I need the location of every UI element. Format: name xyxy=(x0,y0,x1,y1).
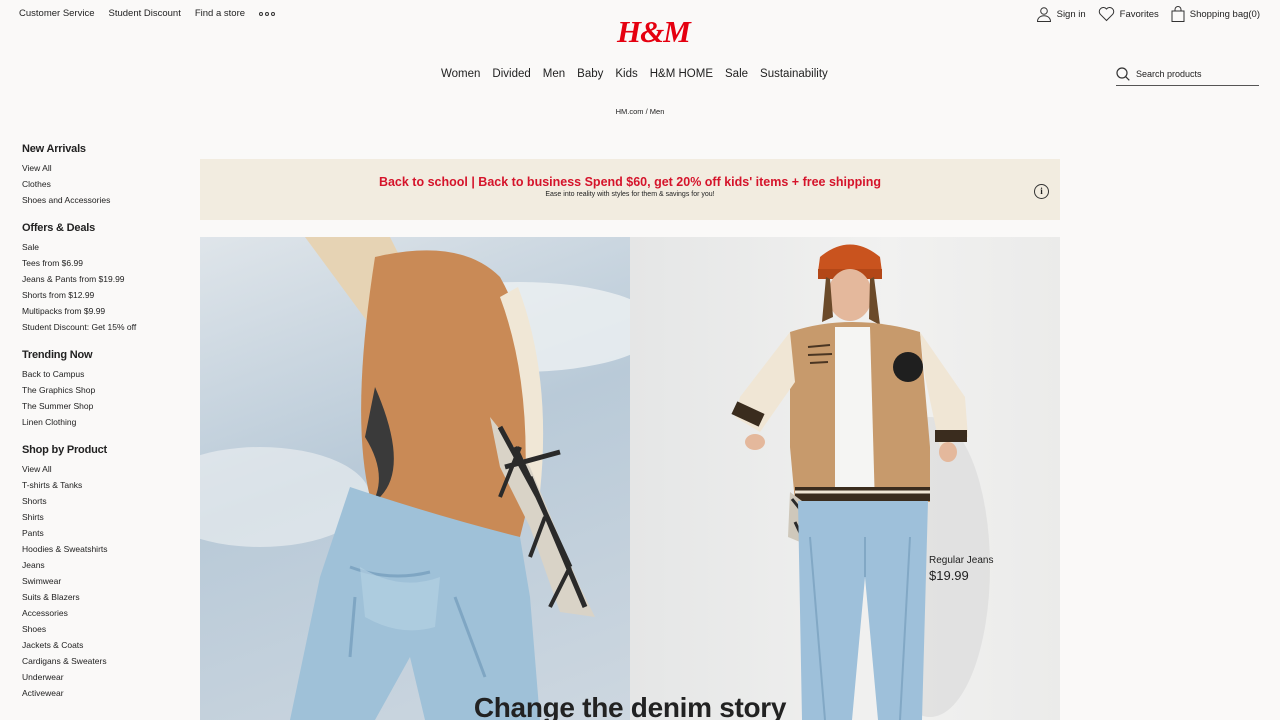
sidebar-item[interactable]: Shorts from $12.99 xyxy=(22,287,187,303)
shopping-bag-link[interactable]: Shopping bag(0) xyxy=(1171,6,1260,22)
user-icon xyxy=(1036,7,1051,22)
sidebar-item[interactable]: The Graphics Shop xyxy=(22,382,187,398)
nav-baby[interactable]: Baby xyxy=(577,68,603,80)
sidebar-item[interactable]: View All xyxy=(22,160,187,176)
shopping-bag-icon xyxy=(1171,6,1185,22)
shopping-bag-label: Shopping bag(0) xyxy=(1189,8,1260,20)
nav-men[interactable]: Men xyxy=(543,68,565,80)
sidebar-item[interactable]: Jeans & Pants from $19.99 xyxy=(22,271,187,287)
sidebar-heading[interactable]: New Arrivals xyxy=(22,143,187,155)
main-nav: Women Divided Men Baby Kids H&M HOME Sal… xyxy=(441,68,828,80)
sidebar-item[interactable]: Multipacks from $9.99 xyxy=(22,303,187,319)
customer-service-link[interactable]: Customer Service xyxy=(19,8,95,19)
hero-photo-left xyxy=(200,237,630,720)
promo-subtext: Ease into reality with styles for them &… xyxy=(545,191,715,198)
hero-photo-right xyxy=(731,244,990,720)
sidebar-item[interactable]: View All xyxy=(22,461,187,477)
sidebar-item[interactable]: Suits & Blazers xyxy=(22,589,187,605)
heart-icon xyxy=(1098,7,1114,22)
account-nav: Sign in Favorites Shopping bag(0) xyxy=(1036,6,1260,22)
sidebar-item[interactable]: Shoes and Accessories xyxy=(22,192,187,208)
sidebar-item[interactable]: Swimwear xyxy=(22,573,187,589)
nav-sustainability[interactable]: Sustainability xyxy=(760,68,828,80)
sidebar-item[interactable]: Shirts xyxy=(22,509,187,525)
breadcrumb[interactable]: HM.com / Men xyxy=(0,107,1280,116)
find-store-link[interactable]: Find a store xyxy=(195,8,245,19)
utility-nav: Customer Service Student Discount Find a… xyxy=(19,8,276,19)
sidebar-heading[interactable]: Offers & Deals xyxy=(22,222,187,234)
promo-banner[interactable]: Back to school | Back to business Spend … xyxy=(200,159,1060,220)
hero-image-left[interactable] xyxy=(200,237,630,720)
sidebar-item[interactable]: Jackets & Coats xyxy=(22,637,187,653)
hm-logo[interactable]: H&M xyxy=(617,14,691,50)
favorites-label: Favorites xyxy=(1119,8,1159,20)
student-discount-link[interactable]: Student Discount xyxy=(109,8,181,19)
sign-in-link[interactable]: Sign in xyxy=(1036,6,1086,22)
hero-title: Change the denim story xyxy=(473,692,787,720)
promo-headline: Back to school | Back to business Spend … xyxy=(378,175,882,189)
sidebar-item[interactable]: Hoodies & Sweatshirts xyxy=(22,541,187,557)
search-input[interactable] xyxy=(1136,69,1256,79)
sidebar-item[interactable]: The Summer Shop xyxy=(22,398,187,414)
nav-divided[interactable]: Divided xyxy=(492,68,530,80)
nav-sale[interactable]: Sale xyxy=(725,68,748,80)
sidebar-item[interactable]: Activewear xyxy=(22,685,187,701)
sidebar-item[interactable]: Pants xyxy=(22,525,187,541)
product-price-tag[interactable]: Regular Jeans $19.99 xyxy=(929,555,993,583)
sidebar-item[interactable]: Clothes xyxy=(22,176,187,192)
product-name: Regular Jeans xyxy=(929,555,994,566)
nav-women[interactable]: Women xyxy=(441,68,480,80)
sidebar-group-offers: Offers & Deals Sale Tees from $6.99 Jean… xyxy=(22,222,187,335)
sidebar-item[interactable]: Tees from $6.99 xyxy=(22,255,187,271)
sidebar-item[interactable]: Cardigans & Sweaters xyxy=(22,653,187,669)
sidebar-item[interactable]: Back to Campus xyxy=(22,366,187,382)
sidebar-item[interactable]: Underwear xyxy=(22,669,187,685)
hero-campaign[interactable]: Regular Jeans $19.99 Change the denim st… xyxy=(200,237,1060,720)
sidebar-group-trending: Trending Now Back to Campus The Graphics… xyxy=(22,349,187,430)
info-icon[interactable]: i xyxy=(1034,184,1049,199)
sidebar-item[interactable]: Student Discount: Get 15% off xyxy=(22,319,187,335)
search-icon[interactable] xyxy=(1116,67,1130,81)
more-options-icon[interactable] xyxy=(259,8,276,19)
nav-hm-home[interactable]: H&M HOME xyxy=(650,68,713,80)
sidebar-heading[interactable]: Shop by Product xyxy=(22,444,187,456)
sidebar-item[interactable]: Accessories xyxy=(22,605,187,621)
search-bar xyxy=(1116,63,1259,86)
product-price: $19.99 xyxy=(929,568,969,583)
favorites-link[interactable]: Favorites xyxy=(1098,6,1159,22)
sidebar-group-new-arrivals: New Arrivals View All Clothes Shoes and … xyxy=(22,143,187,208)
sidebar-item[interactable]: Sale xyxy=(22,239,187,255)
category-sidebar: New Arrivals View All Clothes Shoes and … xyxy=(22,143,187,715)
sidebar-item[interactable]: Linen Clothing xyxy=(22,414,187,430)
nav-kids[interactable]: Kids xyxy=(615,68,637,80)
sidebar-item[interactable]: Jeans xyxy=(22,557,187,573)
hero-image-right[interactable] xyxy=(630,237,1060,720)
sidebar-item[interactable]: Shoes xyxy=(22,621,187,637)
sign-in-label: Sign in xyxy=(1056,8,1086,20)
sidebar-item[interactable]: T-shirts & Tanks xyxy=(22,477,187,493)
sidebar-heading[interactable]: Trending Now xyxy=(22,349,187,361)
sidebar-group-shop-by-product: Shop by Product View All T-shirts & Tank… xyxy=(22,444,187,701)
sidebar-item[interactable]: Shorts xyxy=(22,493,187,509)
